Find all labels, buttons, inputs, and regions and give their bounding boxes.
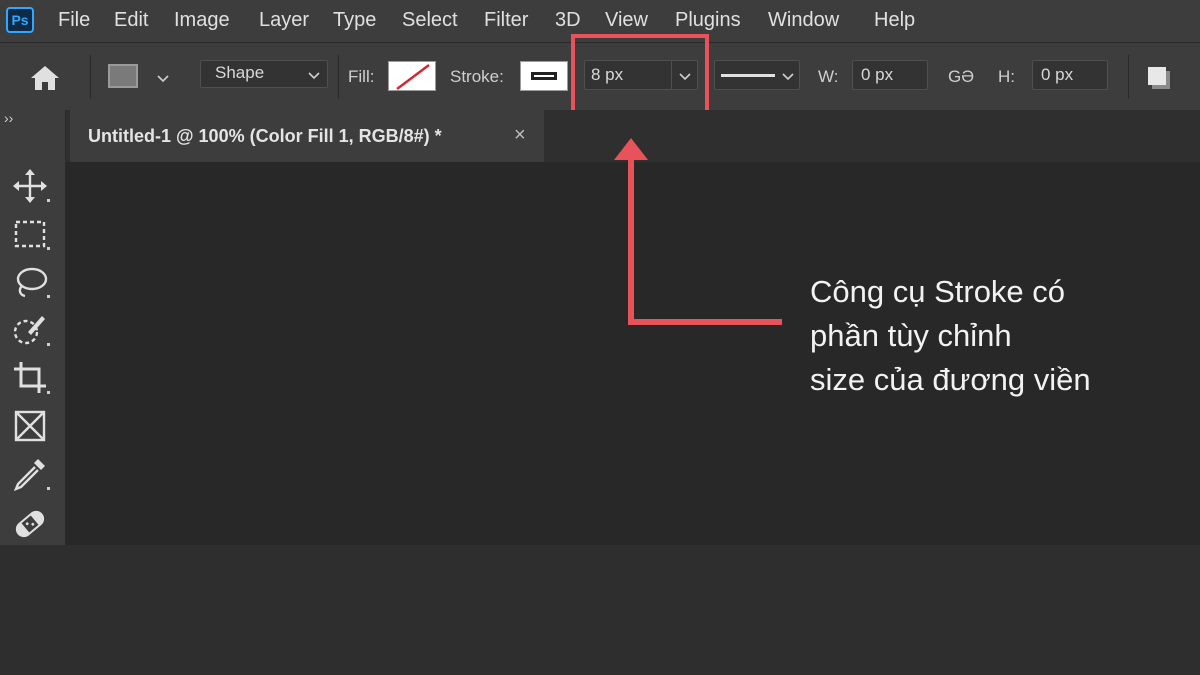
shape-tool-icon[interactable] — [108, 64, 138, 88]
fill-label: Fill: — [348, 67, 375, 86]
separator — [338, 55, 339, 99]
menu-plugins[interactable]: Plugins — [675, 8, 741, 32]
menu-select[interactable]: Select — [402, 8, 458, 32]
menu-filter[interactable]: Filter — [484, 8, 528, 32]
menu-help[interactable]: Help — [874, 8, 915, 32]
annotation-line: Công cụ Stroke có — [810, 274, 1066, 309]
menu-window[interactable]: Window — [768, 8, 839, 32]
menu-3d[interactable]: 3D — [555, 8, 581, 32]
chevron-down-icon[interactable] — [156, 73, 170, 83]
stroke-type-select[interactable] — [714, 60, 800, 90]
healing-brush-icon[interactable] — [8, 502, 52, 542]
height-field[interactable]: 0 px — [1032, 60, 1108, 90]
document-tab-title: Untitled-1 @ 100% (Color Fill 1, RGB/8#)… — [88, 126, 442, 146]
height-label: H: — [998, 67, 1015, 86]
chevron-down-icon — [782, 73, 794, 81]
chevron-down-icon — [308, 72, 320, 80]
stroke-color-icon — [531, 72, 557, 80]
eyedropper-icon[interactable] — [8, 454, 52, 494]
solid-line-icon — [721, 74, 775, 77]
annotation-line: size của đương viền — [810, 362, 1091, 397]
marquee-icon[interactable] — [8, 214, 52, 254]
annotation-text: Công cụ Stroke có phần tùy chỉnh size củ… — [810, 270, 1190, 402]
workspace-background — [0, 545, 1200, 675]
mode-select[interactable]: Shape — [200, 60, 328, 88]
stroke-width-highlight — [571, 34, 709, 119]
close-icon[interactable]: × — [514, 124, 526, 146]
menu-layer[interactable]: Layer — [259, 8, 309, 32]
stroke-label: Stroke: — [450, 67, 504, 86]
height-value: 0 px — [1041, 65, 1074, 84]
menu-type[interactable]: Type — [333, 8, 376, 32]
expand-panel-toggle[interactable]: ›› — [4, 110, 13, 126]
crop-icon[interactable] — [8, 358, 52, 398]
move-icon[interactable] — [8, 166, 52, 206]
width-value: 0 px — [861, 65, 894, 84]
mode-select-value: Shape — [215, 63, 265, 82]
menu-edit[interactable]: Edit — [114, 8, 148, 32]
stroke-swatch[interactable] — [520, 61, 568, 91]
menu-view[interactable]: View — [605, 8, 648, 32]
annotation-line: phần tùy chỉnh — [810, 318, 1012, 353]
separator — [90, 55, 91, 99]
document-tab-bar: Untitled-1 @ 100% (Color Fill 1, RGB/8#)… — [66, 110, 1200, 162]
home-icon[interactable] — [28, 63, 62, 93]
path-operations-icon[interactable] — [1148, 67, 1170, 89]
tools-panel: ›› — [0, 110, 66, 545]
document-tab[interactable]: Untitled-1 @ 100% (Color Fill 1, RGB/8#)… — [70, 110, 544, 162]
lasso-icon[interactable] — [8, 262, 52, 302]
quick-selection-icon[interactable] — [8, 310, 52, 350]
separator — [1128, 55, 1129, 99]
frame-icon[interactable] — [8, 406, 52, 446]
width-label: W: — [818, 67, 839, 86]
photoshop-logo: Ps — [6, 7, 34, 33]
fill-swatch[interactable] — [388, 61, 436, 91]
width-field[interactable]: 0 px — [852, 60, 928, 90]
link-icon[interactable]: GƏ — [948, 67, 974, 87]
menu-file[interactable]: File — [58, 8, 90, 32]
menu-image[interactable]: Image — [174, 8, 230, 32]
